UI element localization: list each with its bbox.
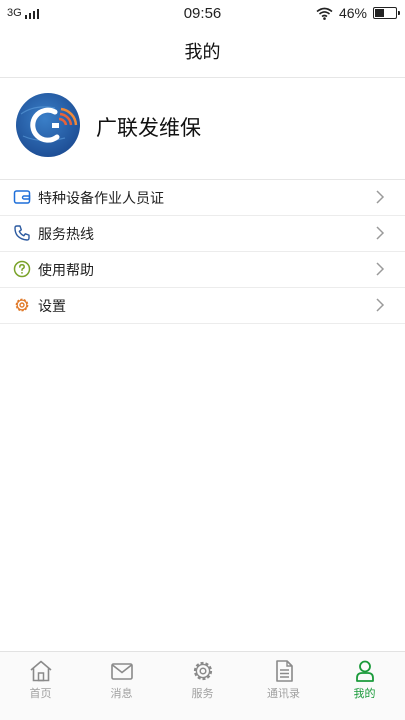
tab-label: 我的 [353, 687, 376, 700]
chevron-right-icon [376, 190, 385, 204]
document-icon [275, 660, 293, 682]
company-logo-icon [16, 93, 80, 157]
tab-messages[interactable]: 消息 [81, 652, 162, 720]
menu-item-label: 使用帮助 [38, 263, 94, 279]
menu-item-service-hotline[interactable]: 服务热线 [0, 216, 405, 252]
page-title: 我的 [184, 42, 221, 63]
tab-label: 通讯录 [267, 687, 300, 700]
tab-service[interactable]: 服务 [162, 652, 243, 720]
tab-contacts[interactable]: 通讯录 [243, 652, 324, 720]
tab-label: 首页 [29, 687, 52, 700]
profile-name: 广联发维保 [96, 116, 201, 140]
menu-item-label: 特种设备作业人员证 [38, 191, 164, 207]
home-icon [29, 660, 52, 682]
status-bar: 3G 09:56 46% [0, 0, 405, 28]
settings-menu: 特种设备作业人员证 服务热线 使用帮助 设置 [0, 180, 405, 324]
gear-icon [193, 661, 212, 681]
mail-icon [110, 663, 133, 680]
menu-item-settings[interactable]: 设置 [0, 288, 405, 324]
chevron-right-icon [376, 298, 385, 312]
question-circle-icon [13, 260, 31, 278]
menu-item-certificate[interactable]: 特种设备作业人员证 [0, 180, 405, 216]
tab-label: 消息 [110, 687, 133, 700]
tab-home[interactable]: 首页 [0, 652, 81, 720]
chevron-right-icon [376, 226, 385, 240]
phone-icon [14, 225, 30, 241]
wallet-card-icon [13, 190, 31, 204]
tab-label: 服务 [191, 687, 214, 700]
battery-percent: 46% [338, 5, 367, 21]
user-icon [355, 660, 374, 682]
status-icons: 46% [316, 5, 400, 21]
profile-section[interactable]: 广联发维保 [0, 78, 405, 178]
menu-item-label: 设置 [38, 299, 66, 315]
chevron-right-icon [376, 262, 385, 276]
wifi-icon [316, 7, 333, 20]
battery-icon [373, 7, 400, 19]
bottom-tab-bar: 首页 消息 服务 通讯录 我的 [0, 651, 405, 720]
gear-icon [15, 298, 29, 312]
battery-fill [375, 9, 384, 17]
menu-item-help[interactable]: 使用帮助 [0, 252, 405, 288]
tab-mine[interactable]: 我的 [324, 652, 405, 720]
menu-item-label: 服务热线 [38, 227, 94, 243]
